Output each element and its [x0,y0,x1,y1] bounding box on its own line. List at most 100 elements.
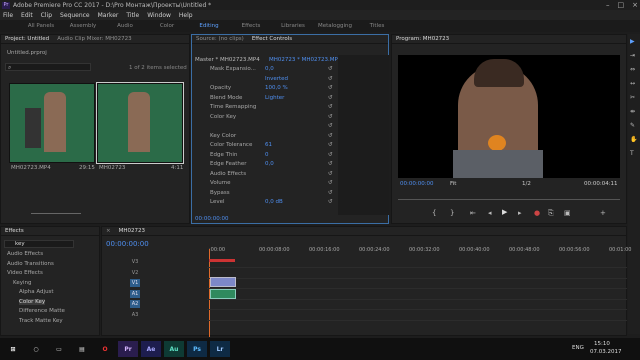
ws-color[interactable]: Color [146,23,188,29]
menu-window[interactable]: Window [147,12,171,19]
program-title[interactable]: Program: MH02723 [396,36,449,42]
reset-icon[interactable]: ↺ [328,95,333,101]
program-scrubber[interactable] [398,195,620,200]
ec-row-value[interactable]: 0,0 [265,161,274,167]
pen-icon[interactable]: ✎ [630,122,635,129]
reset-icon[interactable]: ↺ [328,142,333,148]
windows-start-icon[interactable]: ⊞ [3,341,23,357]
menu-marker[interactable]: Marker [98,12,119,19]
reset-icon[interactable]: ↺ [328,76,333,82]
reset-icon[interactable]: ↺ [328,161,333,167]
clock-date[interactable]: 07.03.2017 [590,349,622,355]
goto-in-icon[interactable]: ⇤ [470,209,476,217]
ec-row-value[interactable]: Lighter [265,95,284,101]
taskbar-lightroom[interactable]: Lr [210,341,230,357]
ec-row-value[interactable]: 61 [265,142,272,148]
effects-tree-item[interactable]: Color Key [19,298,46,305]
fit-select[interactable]: Fit [450,181,456,187]
menu-sequence[interactable]: Sequence [60,12,90,19]
effects-tree-item[interactable]: Audio Transitions [7,261,54,267]
task-view-icon[interactable]: ▭ [49,341,69,357]
track-header[interactable]: A2 [130,300,140,308]
ws-audio[interactable]: Audio [104,23,146,29]
add-button-icon[interactable]: + [600,209,606,217]
ec-row-value[interactable]: 0,0 [265,66,274,72]
ws-libraries[interactable]: Libraries [272,23,314,29]
ws-assembly[interactable]: Assembly [62,23,104,29]
mark-in-icon[interactable]: { [432,209,436,217]
clip-video[interactable] [210,277,236,287]
thumbnail-mp4[interactable] [9,83,95,163]
ws-metalogging[interactable]: Metalogging [314,23,356,29]
menu-file[interactable]: File [3,12,13,19]
reset-icon[interactable]: ↺ [328,190,333,196]
thumbnail-sequence[interactable] [96,82,184,164]
lift-icon[interactable]: ⎘ [548,209,554,218]
ws-all-panels[interactable]: All Panels [20,23,62,29]
slip-icon[interactable]: ⇹ [630,108,635,115]
sequence-clip[interactable]: MH02723 * MH02723.MP4 [269,57,341,63]
ec-row-value[interactable]: 0 [265,152,269,158]
reset-icon[interactable]: ↺ [328,104,333,110]
track-header[interactable]: V1 [130,279,140,287]
tab-effects[interactable]: Effects [5,228,24,234]
taskbar-audition[interactable]: Au [164,341,184,357]
effects-tree-item[interactable]: Alpha Adjust [19,289,54,295]
explorer-icon[interactable]: ▤ [72,341,92,357]
search-icon[interactable]: ○ [26,341,46,357]
menu-edit[interactable]: Edit [21,12,33,19]
language-indicator[interactable]: ENG [572,345,584,351]
ec-row-value[interactable]: Inverted [265,76,288,82]
track-header[interactable]: V3 [130,258,140,266]
type-icon[interactable]: T [630,150,634,157]
minimize-icon[interactable]: – [606,1,610,9]
track-header[interactable]: V2 [130,269,140,277]
zoom-slider[interactable] [31,213,81,214]
track-select-icon[interactable]: ⇥ [630,52,635,59]
reset-icon[interactable]: ↺ [328,199,333,205]
razor-icon[interactable]: ✂ [630,94,635,101]
reset-icon[interactable]: ↺ [328,171,333,177]
reset-icon[interactable]: ↺ [328,85,333,91]
menu-title[interactable]: Title [126,12,139,19]
ec-row-value[interactable]: 100,0 % [265,85,288,91]
reset-icon[interactable]: ↺ [328,114,333,120]
tab-source[interactable]: Source: (no clips) [196,36,244,42]
menu-clip[interactable]: Clip [41,12,52,19]
reset-icon[interactable]: ↺ [328,152,333,158]
hand-icon[interactable]: ✋ [630,136,637,143]
taskbar-after-effects[interactable]: Ae [141,341,161,357]
master-clip[interactable]: Master * MH02723.MP4 [195,57,260,63]
maximize-icon[interactable]: □ [618,1,625,9]
record-icon[interactable]: ● [534,209,540,217]
rate-stretch-icon[interactable]: ↔ [630,80,635,87]
mark-out-icon[interactable]: } [450,209,454,217]
reset-icon[interactable]: ↺ [328,66,333,72]
opera-icon[interactable]: O [95,341,115,357]
timeline-close-icon[interactable]: × [106,228,111,234]
ws-editing[interactable]: Editing [188,23,230,29]
play-icon[interactable]: ▶ [502,208,507,216]
effects-search-input[interactable]: key [4,240,74,248]
tab-project[interactable]: Project: Untitled [5,36,49,42]
ripple-edit-icon[interactable]: ⇔ [630,66,635,73]
reset-icon[interactable]: ↺ [328,133,333,139]
effects-tree-item[interactable]: Audio Effects [7,251,43,257]
taskbar-photoshop[interactable]: Ps [187,341,207,357]
reset-icon[interactable]: ↺ [328,123,333,129]
tab-effect-controls[interactable]: Effect Controls [252,36,292,42]
timeline-timecode[interactable]: 00:00:00:00 [106,240,149,248]
clip-audio[interactable] [210,289,236,299]
project-search-input[interactable]: ⌕ [5,63,91,71]
close-icon[interactable]: × [632,1,638,9]
effects-tree-item[interactable]: Video Effects [7,270,43,276]
effects-tree-item[interactable]: Track Matte Key [19,318,63,324]
ws-titles[interactable]: Titles [356,23,398,29]
effects-tree-item[interactable]: Keying [13,280,31,286]
track-header[interactable]: A1 [130,289,140,298]
track-header[interactable]: A3 [130,311,140,319]
clock-time[interactable]: 15:10 [594,341,610,347]
ec-timecode[interactable]: 00:00:00:00 [195,216,229,222]
step-forward-icon[interactable]: ▸ [518,209,522,217]
tab-sequence[interactable]: MH02723 [119,228,145,234]
